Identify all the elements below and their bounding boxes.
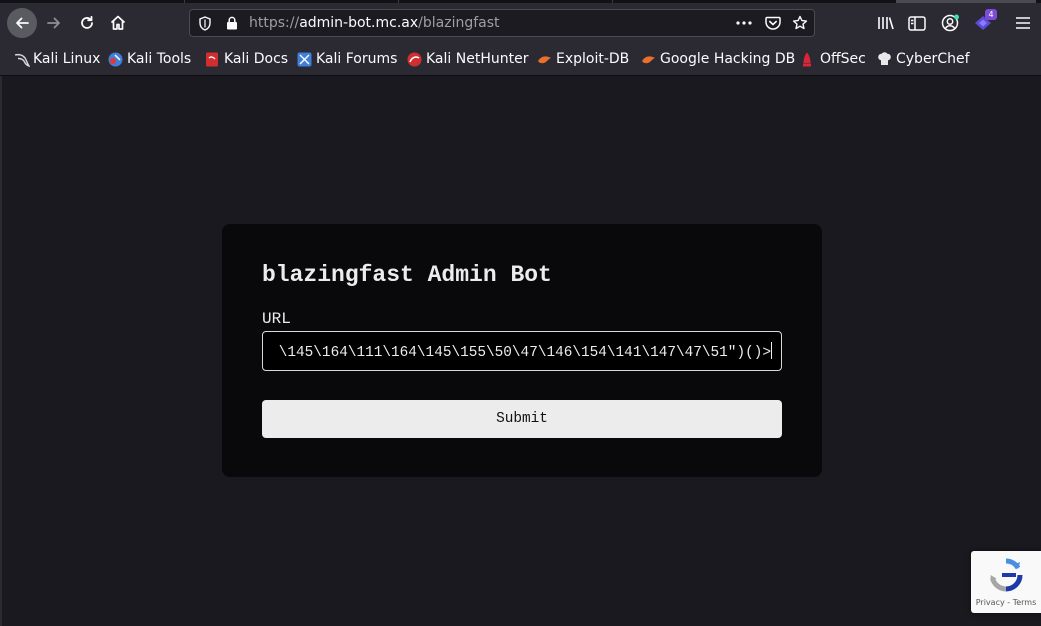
library-icon[interactable] [876, 14, 896, 32]
recaptcha-links: Privacy - Terms [971, 598, 1041, 608]
reload-button[interactable] [72, 8, 102, 38]
bookmark-label: Kali Forums [316, 51, 398, 67]
address-bar[interactable]: https://admin-bot.mc.ax/blazingfast [189, 9, 815, 37]
back-button[interactable] [7, 8, 37, 38]
recaptcha-terms-link[interactable]: Terms [1013, 598, 1037, 607]
bookmark-google-hacking-db[interactable]: Google Hacking DB [641, 50, 795, 68]
bookmark-kali-linux[interactable]: Kali Linux [14, 50, 100, 68]
url-input[interactable]: \145\164\111\164\145\155\50\47\146\154\1… [262, 331, 782, 371]
bookmark-label: OffSec [820, 51, 866, 67]
url-host: admin-bot.mc.ax [299, 15, 419, 31]
forward-arrow-icon [47, 17, 60, 29]
tracking-protection-shield-icon[interactable] [197, 15, 213, 31]
bookmark-kali-forums[interactable]: Kali Forums [297, 50, 397, 68]
hamburger-menu-icon[interactable] [1013, 14, 1033, 32]
window-edge [0, 76, 2, 626]
bookmark-label: Kali Linux [33, 51, 101, 67]
bookmark-exploit-db[interactable]: Exploit-DB [537, 50, 629, 68]
account-icon[interactable] [940, 13, 960, 33]
admin-bot-card: blazingfast Admin Bot URL \145\164\111\1… [222, 224, 822, 477]
cyberchef-icon [877, 51, 892, 67]
bookmarks-toolbar: Kali Linux Kali Tools Kali Docs Kali For… [0, 43, 1041, 76]
forward-button[interactable] [39, 8, 69, 38]
bookmark-kali-nethunter[interactable]: Kali NetHunter [407, 50, 528, 68]
google-hacking-db-icon [641, 52, 656, 67]
reload-icon [81, 15, 93, 29]
kali-dragon-icon [14, 52, 31, 67]
pocket-icon[interactable] [764, 15, 782, 31]
bookmark-label: CyberChef [896, 51, 970, 67]
offsec-icon [801, 52, 816, 67]
extensions-count-badge: 4 [985, 9, 997, 20]
submit-button[interactable]: Submit [262, 400, 782, 438]
kali-forums-icon [297, 52, 312, 67]
home-button[interactable] [103, 8, 133, 38]
page-title: blazingfast Admin Bot [262, 262, 552, 288]
bookmark-label: Google Hacking DB [660, 51, 796, 67]
url-path: /blazingfast [418, 15, 500, 31]
bookmark-kali-docs[interactable]: Kali Docs [205, 50, 288, 68]
url-field-label: URL [262, 310, 291, 328]
exploit-db-icon [537, 52, 552, 67]
bookmark-cyberchef[interactable]: CyberChef [877, 50, 970, 68]
bookmark-label: Kali Docs [224, 51, 289, 67]
lock-icon[interactable] [224, 15, 240, 31]
recaptcha-separator: - [1004, 598, 1013, 607]
navigation-toolbar: https://admin-bot.mc.ax/blazingfast 4 [0, 3, 1041, 43]
url-input-value: \145\164\111\164\145\155\50\47\146\154\1… [278, 345, 771, 361]
home-icon [110, 15, 126, 30]
back-arrow-icon [16, 17, 29, 29]
page-content: blazingfast Admin Bot URL \145\164\111\1… [0, 76, 1041, 626]
text-caret [771, 342, 772, 359]
kali-docs-icon [205, 52, 220, 67]
kali-nethunter-icon [407, 52, 422, 67]
bookmark-star-icon[interactable] [791, 14, 809, 32]
kali-tools-icon [108, 52, 123, 67]
bookmark-label: Exploit-DB [556, 51, 630, 67]
recaptcha-badge[interactable]: Privacy - Terms [971, 551, 1041, 613]
bookmark-kali-tools[interactable]: Kali Tools [108, 50, 191, 68]
url-input-content: \145\164\111\164\145\155\50\47\146\154\1… [279, 342, 772, 362]
bookmark-offsec[interactable]: OffSec [801, 50, 866, 68]
bookmark-label: Kali NetHunter [426, 51, 529, 67]
page-actions-menu-icon[interactable] [735, 15, 753, 31]
recaptcha-privacy-link[interactable]: Privacy [976, 598, 1005, 607]
recaptcha-logo-icon [990, 558, 1023, 592]
sidebar-icon[interactable] [907, 14, 927, 32]
url-text[interactable]: https://admin-bot.mc.ax/blazingfast [249, 15, 500, 32]
url-scheme: https:// [249, 15, 300, 31]
bookmark-label: Kali Tools [127, 51, 192, 67]
